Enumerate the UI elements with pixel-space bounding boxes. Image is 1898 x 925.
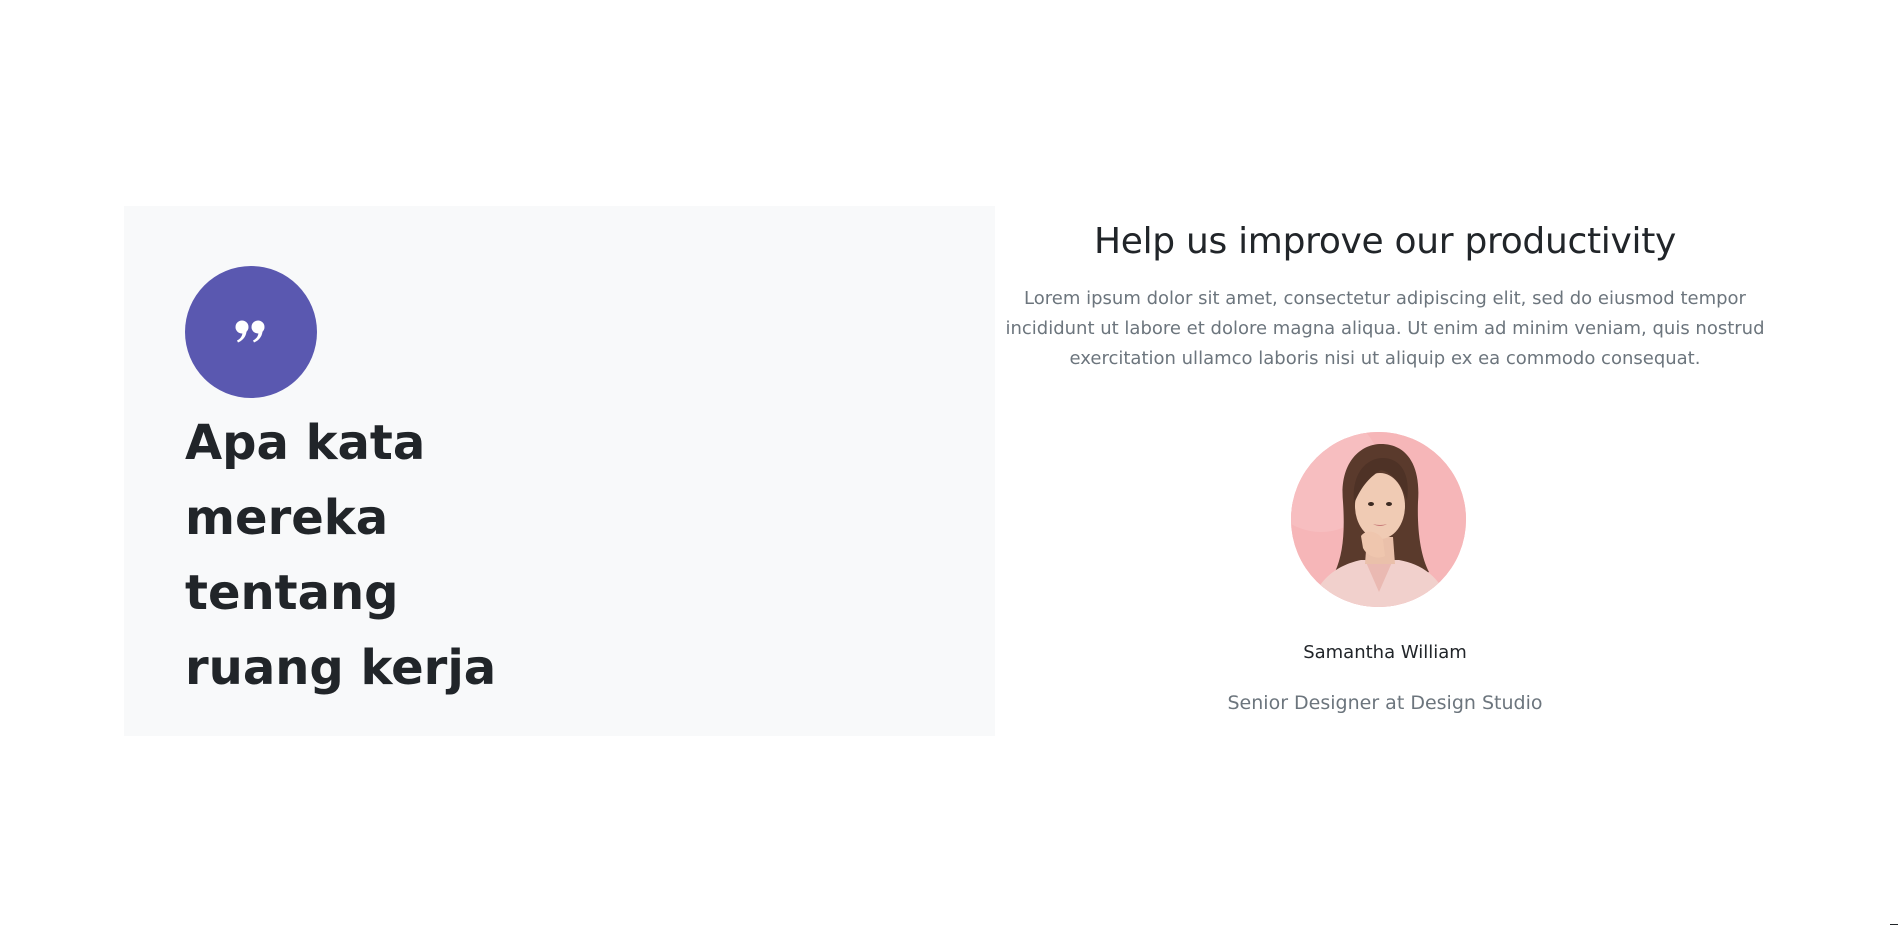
woman-portrait-avatar: [1291, 432, 1466, 607]
testimonial-title: Help us improve our productivity: [1093, 221, 1677, 262]
avatar: [1291, 432, 1466, 607]
testimonial-intro-panel: Apa kata mereka tentang ruang kerja: [124, 206, 995, 736]
section-heading: Apa kata mereka tentang ruang kerja: [185, 406, 605, 706]
testimonial-section: Apa kata mereka tentang ruang kerja Help…: [0, 0, 1898, 925]
testimonial-card: Help us improve our productivity Lorem i…: [1000, 206, 1770, 714]
heading-line-1: Apa kata: [185, 415, 426, 471]
heading-line-3: ruang kerja: [185, 640, 497, 696]
testimonial-quote: Lorem ipsum dolor sit amet, consectetur …: [1005, 288, 1765, 369]
quote-icon: [185, 266, 317, 398]
person-name: Samantha William: [1303, 642, 1467, 663]
heading-line-2: mereka tentang: [185, 490, 399, 621]
person-role: Senior Designer at Design Studio: [1227, 692, 1543, 714]
